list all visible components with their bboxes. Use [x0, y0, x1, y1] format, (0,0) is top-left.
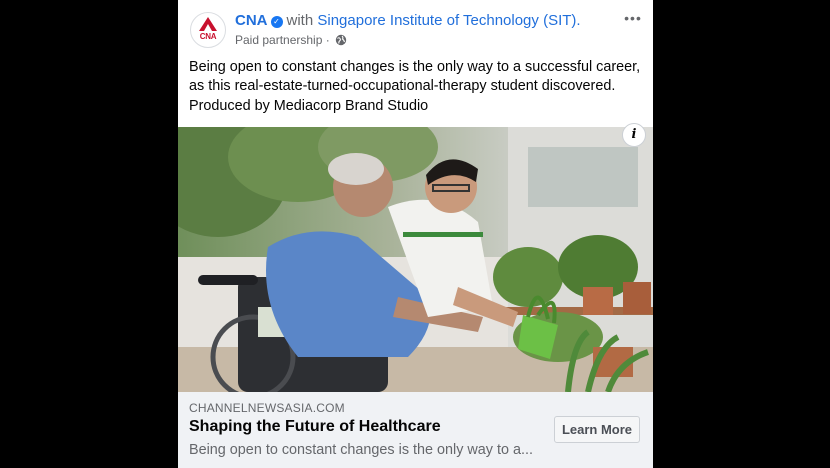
sponsored-post-card: CNA CNA ✓ with Singapore Institute of Tech… — [178, 0, 653, 468]
cna-logo-icon — [199, 17, 217, 31]
separator-dot: · — [325, 33, 330, 47]
link-preview[interactable]: CHANNELNEWSASIA.COM Shaping the Future o… — [178, 392, 653, 468]
page-name-link[interactable]: CNA — [235, 12, 268, 29]
link-description: Being open to constant changes is the on… — [189, 442, 533, 458]
avatar-logo-text: CNA — [199, 32, 217, 41]
more-options-icon[interactable]: ••• — [623, 10, 643, 30]
with-label: with — [286, 12, 314, 29]
learn-more-button[interactable]: Learn More — [554, 416, 640, 443]
page-avatar[interactable]: CNA — [190, 12, 226, 48]
ad-info-icon[interactable]: i — [622, 123, 646, 147]
globe-icon — [335, 34, 347, 46]
link-domain: CHANNELNEWSASIA.COM — [189, 401, 345, 415]
post-image[interactable] — [178, 127, 653, 392]
post-subtitle: Paid partnership · — [235, 33, 347, 47]
paid-partnership-label[interactable]: Paid partnership — [235, 33, 322, 47]
photo-nurse-elderly-patient — [178, 127, 653, 392]
post-header: CNA CNA ✓ with Singapore Institute of Tech… — [178, 0, 653, 56]
post-credit-text: Produced by Mediacorp Brand Studio — [189, 98, 429, 114]
link-headline[interactable]: Shaping the Future of Healthcare — [189, 418, 441, 436]
partner-name-link[interactable]: Singapore Institute of Technology (SIT). — [317, 12, 580, 29]
verified-badge-icon: ✓ — [270, 16, 283, 28]
post-title-line: CNA ✓ with Singapore Institute of Technolo… — [235, 12, 581, 29]
post-body-text: Being open to constant changes is the on… — [189, 59, 641, 94]
